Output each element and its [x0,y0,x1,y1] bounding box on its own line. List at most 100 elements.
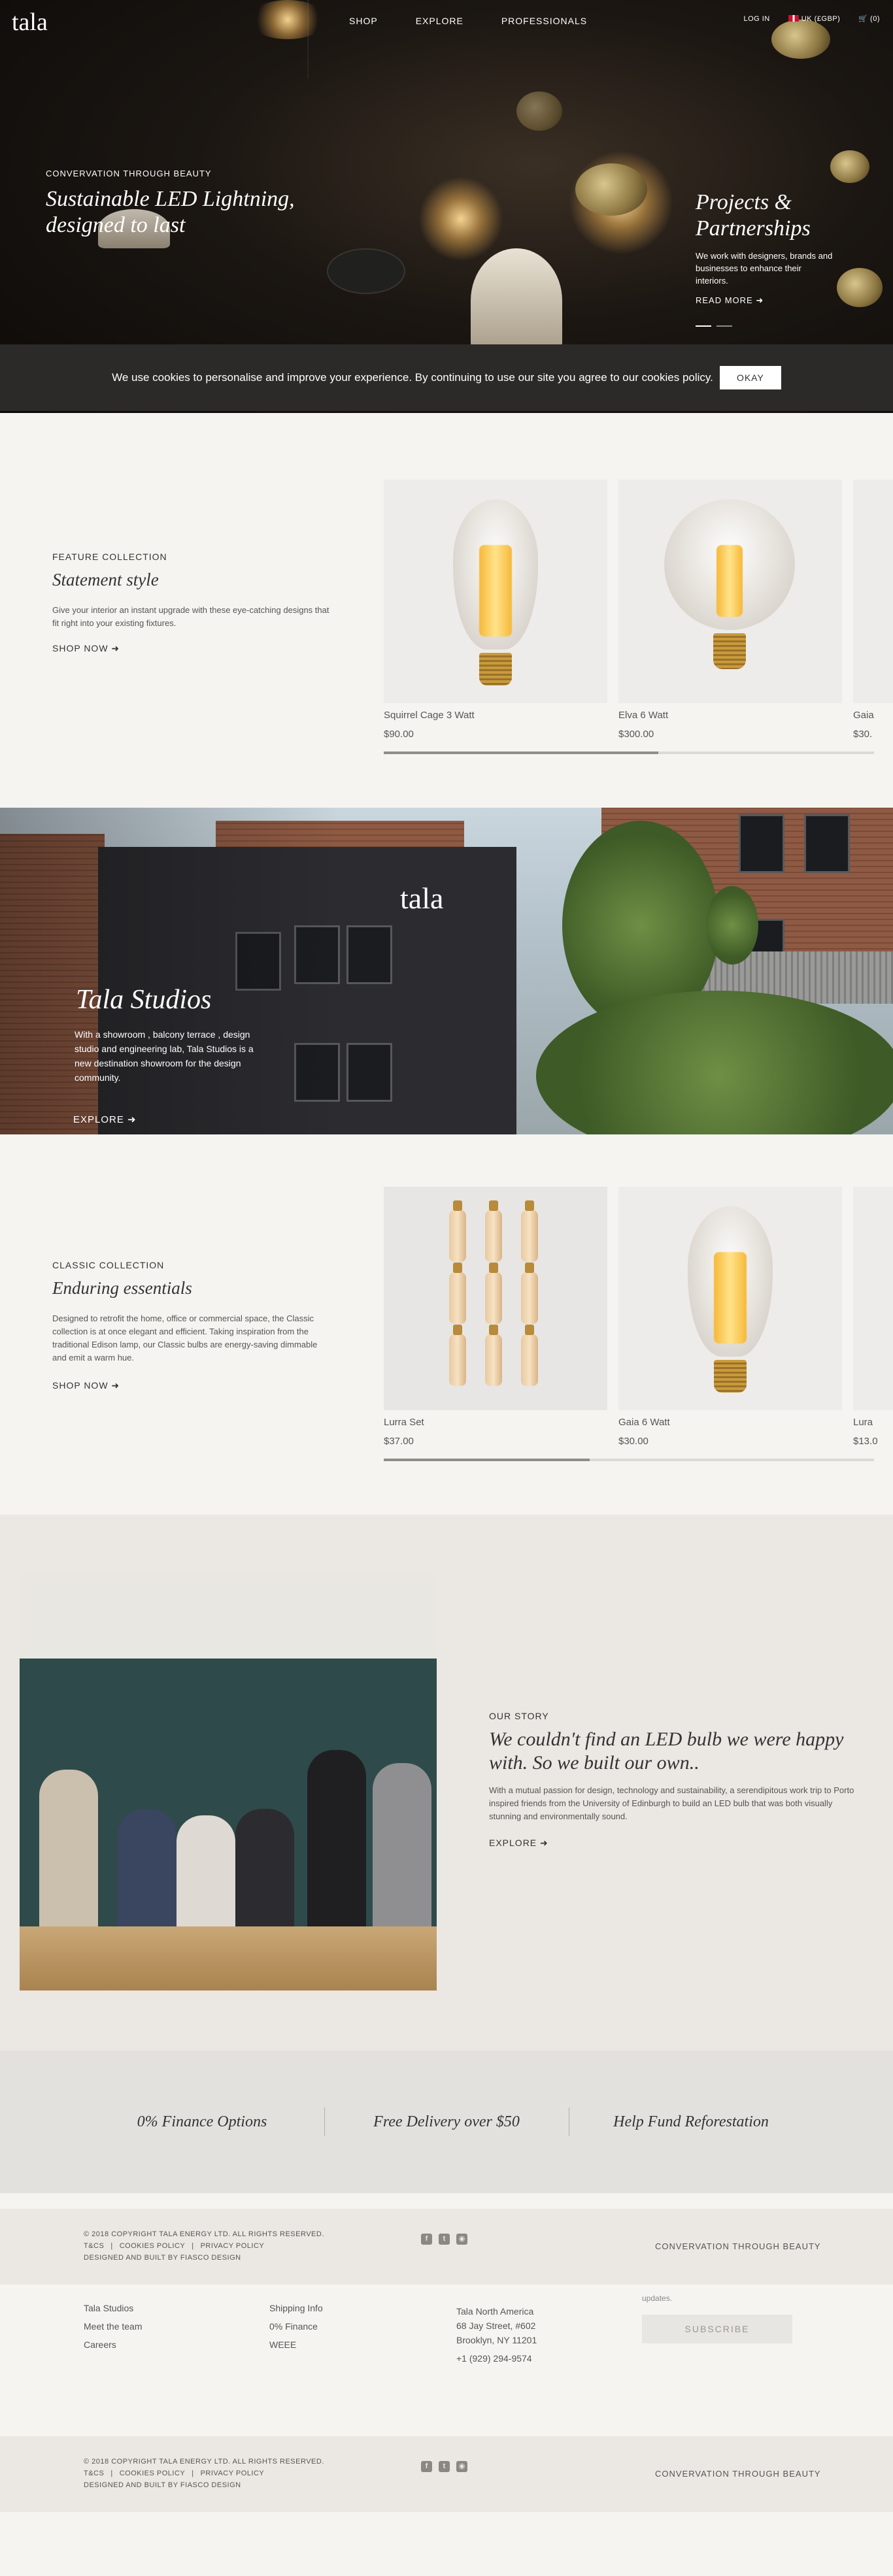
facebook-icon[interactable]: f [421,2461,432,2472]
tube-bulb [485,1263,502,1324]
pendant-disc [327,248,405,294]
product-name: Lurra Set [384,1417,424,1428]
cart-count: (0) [870,15,880,23]
benefit-finance[interactable]: 0% Finance Options [80,2113,324,2131]
cookies-policy-link[interactable]: COOKIES POLICY [120,2240,186,2252]
classic-collection: CLASSIC COLLECTION Enduring essentials D… [0,1134,893,1515]
lamp-glow [248,0,327,39]
feature-collection: FEATURE COLLECTION Statement style Give … [0,413,893,808]
login-link[interactable]: LOG IN [743,15,769,23]
carousel-dot[interactable] [696,325,711,327]
product-slider-track[interactable] [384,751,874,754]
studios-explore-link[interactable]: EXPLORE ➜ [73,1114,137,1125]
footer-link-careers[interactable]: Careers [84,2336,143,2354]
product-name: Squirrel Cage 3 Watt [384,710,475,721]
subscribe-button[interactable]: SUBSCRIBE [642,2315,792,2343]
credit: DESIGNED AND BUILT BY FIASCO DESIGN [84,2254,241,2262]
classic-eyebrow: CLASSIC COLLECTION [52,1260,165,1270]
classic-text: Designed to retrofit the home, office or… [52,1313,318,1362]
copyright: © 2018 COPYRIGHT TALA ENERGY LTD. ALL RI… [84,2230,324,2238]
footer-link-team[interactable]: Meet the team [84,2317,143,2336]
window [346,925,392,984]
product-card[interactable]: Elva 6 Watt $300.00 [618,480,842,740]
bulb-cap [453,1263,462,1273]
product-image [618,480,842,703]
twitter-icon[interactable]: t [439,2461,450,2472]
privacy-policy-link[interactable]: PRIVACY POLICY [201,2240,265,2252]
wooden-table [20,1926,437,1990]
tube-bulb [485,1200,502,1262]
window [346,1043,392,1102]
copyright: © 2018 COPYRIGHT TALA ENERGY LTD. ALL RI… [84,2458,324,2466]
bulb-cap [489,1263,498,1273]
hero-title: Sustainable LED Lightning, designed to l… [46,187,295,237]
leaf-lamp [575,163,647,216]
cookie-okay-button[interactable]: OKAY [719,366,781,389]
nav-shop[interactable]: SHOP [349,16,378,26]
arrow-right-icon: ➜ [756,295,764,305]
footer-links: Tala Studios Meet the team Careers Shipp… [0,2285,893,2436]
bulb-cap [525,1263,534,1273]
footer-link-studios[interactable]: Tala Studios [84,2299,143,2317]
cart-button[interactable]: 🛒 (0) [858,14,880,23]
instagram-icon[interactable]: ◉ [456,2461,467,2472]
instagram-icon[interactable]: ◉ [456,2234,467,2245]
feature-title: Statement style [52,570,159,589]
hero-banner: tala SHOP EXPLORE PROFESSIONALS LOG IN U… [0,0,893,413]
bulb-illustration [453,499,538,689]
product-slider-track[interactable] [384,1459,874,1461]
footer-tagline: CONVERVATION THROUGH BEAUTY [655,2241,821,2251]
footer-legal: © 2018 COPYRIGHT TALA ENERGY LTD. ALL RI… [84,2456,324,2491]
product-price: $30. [853,729,873,740]
product-name: Lura [853,1417,873,1428]
phone-number[interactable]: +1 (929) 294-9574 [456,2351,537,2366]
product-card[interactable]: Gaia 6 Watt $30.00 [618,1187,842,1447]
cookies-policy-link[interactable]: COOKIES POLICY [120,2468,186,2479]
classic-title: Enduring essentials [52,1278,192,1298]
read-more-link[interactable]: READ MORE ➜ [696,295,764,306]
twitter-icon[interactable]: t [439,2234,450,2245]
privacy-policy-link[interactable]: PRIVACY POLICY [201,2468,265,2479]
lamp-glow [418,176,503,261]
social-links: f t ◉ [421,2234,467,2245]
product-card[interactable]: Lura $13.0 [853,1187,893,1447]
nav-explore[interactable]: EXPLORE [416,16,463,26]
footer-tagline: CONVERVATION THROUGH BEAUTY [655,2469,821,2479]
terms-link[interactable]: T&CS [84,2468,104,2479]
currency-selector[interactable]: UK (£GBP) [788,14,841,23]
footer-link-weee[interactable]: WEEE [269,2336,323,2354]
credit: DESIGNED AND BUILT BY FIASCO DESIGN [84,2481,241,2489]
benefit-delivery[interactable]: Free Delivery over $50 [325,2113,569,2131]
product-image [853,480,893,703]
product-card[interactable]: Squirrel Cage 3 Watt $90.00 [384,480,607,740]
bulb-cap [453,1200,462,1211]
footer-link-shipping[interactable]: Shipping Info [269,2299,323,2317]
newsletter-text: updates. [642,2294,673,2303]
our-story-section: OUR STORY We couldn't find an LED bulb w… [0,1515,893,2051]
product-slider-thumb[interactable] [384,1459,590,1461]
product-slider-thumb[interactable] [384,751,658,754]
benefit-reforestation[interactable]: Help Fund Reforestation [569,2113,813,2131]
carousel-dot[interactable] [716,325,732,327]
footer-bar: © 2018 COPYRIGHT TALA ENERGY LTD. ALL RI… [0,2436,893,2512]
footer-link-finance[interactable]: 0% Finance [269,2317,323,2336]
story-explore-link[interactable]: EXPLORE ➜ [489,1838,548,1849]
product-price: $300.00 [618,729,654,740]
projects-text: We work with designers, brands and busin… [696,251,833,286]
tube-bulb [449,1200,466,1262]
classic-shop-now-link[interactable]: SHOP NOW ➜ [52,1380,120,1391]
facebook-icon[interactable]: f [421,2234,432,2245]
nav-professionals[interactable]: PROFESSIONALS [501,16,587,26]
tube-bulb [521,1263,538,1324]
product-card[interactable]: Lurra Set $37.00 [384,1187,607,1447]
cookie-message: We use cookies to personalise and improv… [112,371,713,384]
logo[interactable]: tala [12,8,48,37]
shop-now-label: SHOP NOW [52,1380,109,1391]
footer-legal: © 2018 COPYRIGHT TALA ENERGY LTD. ALL RI… [84,2228,324,2264]
product-card[interactable]: Gaia $30. [853,480,893,740]
cookie-banner: We use cookies to personalise and improv… [0,344,893,411]
bulb-cap [489,1200,498,1211]
feature-shop-now-link[interactable]: SHOP NOW ➜ [52,643,120,654]
terms-link[interactable]: T&CS [84,2240,104,2252]
footer-bar: © 2018 COPYRIGHT TALA ENERGY LTD. ALL RI… [0,2209,893,2285]
